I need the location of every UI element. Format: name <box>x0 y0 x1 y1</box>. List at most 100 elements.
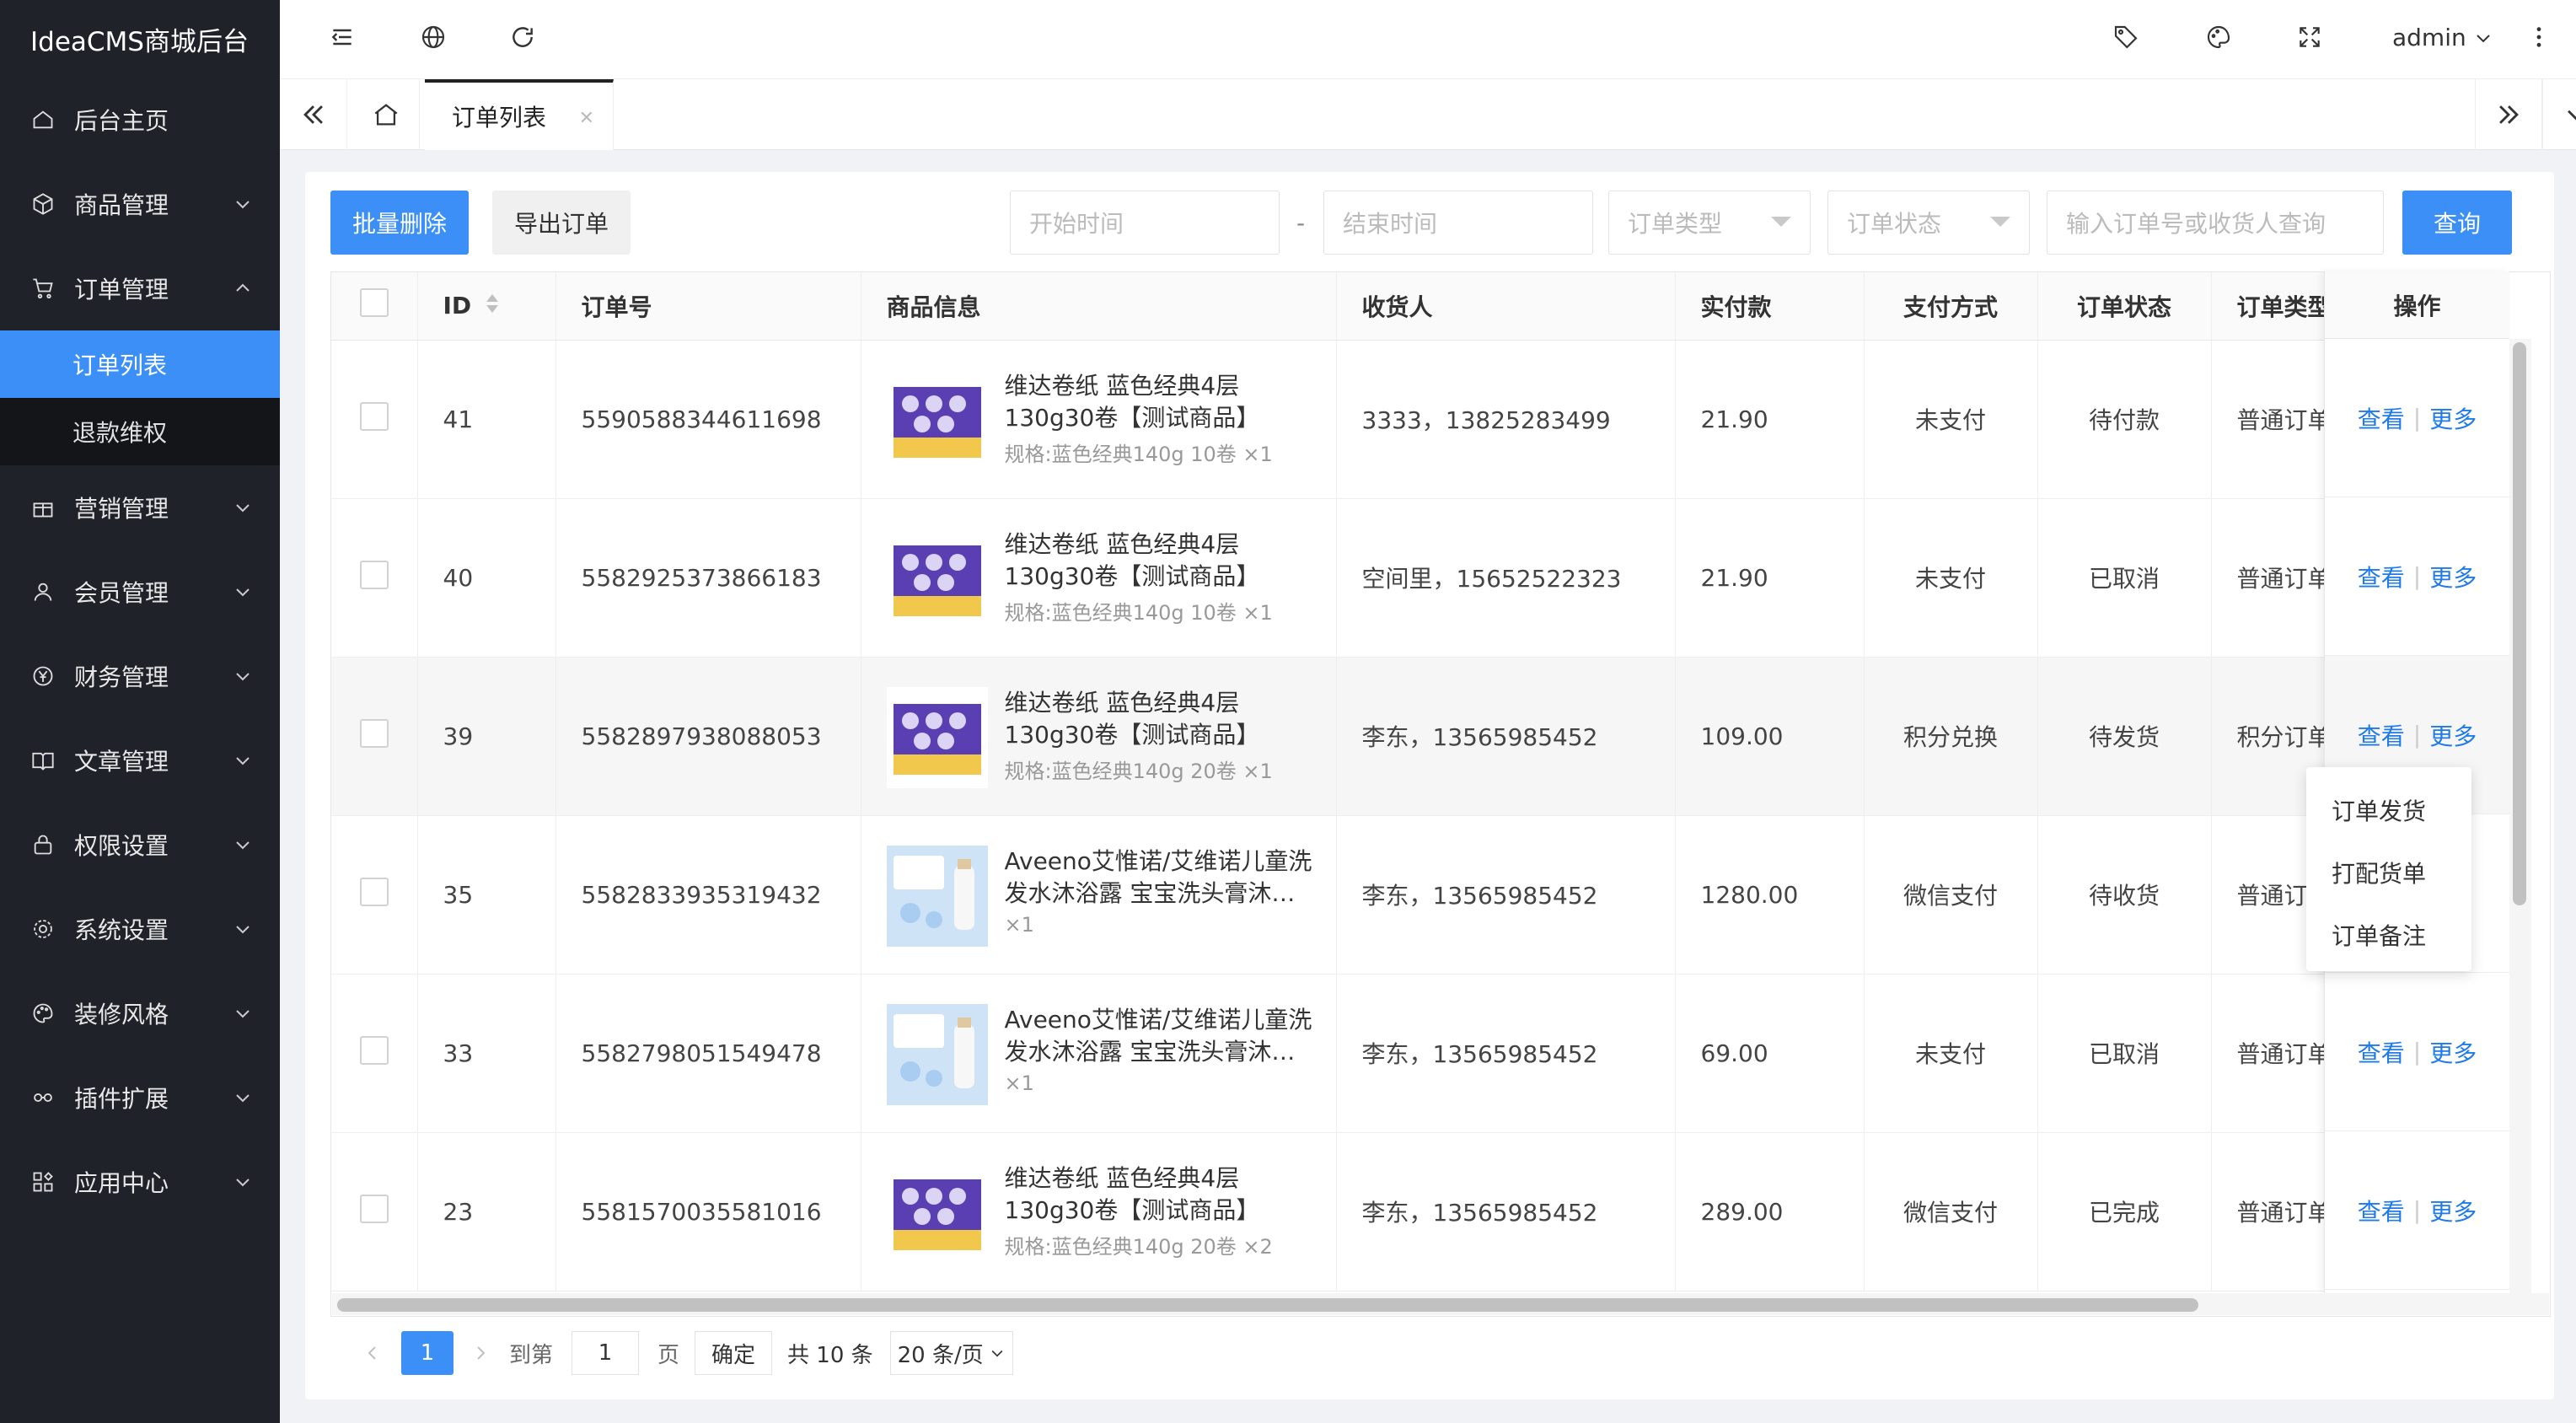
chevron-down-icon <box>236 201 250 209</box>
menu-item-ship-order[interactable]: 订单发货 <box>2306 779 2471 841</box>
apps-icon <box>30 1169 56 1195</box>
menu-fold-icon[interactable] <box>329 24 357 52</box>
chevron-down-icon <box>236 588 250 597</box>
cell-order-status: 待收货 <box>2037 815 2212 975</box>
action-separator: | <box>2412 1038 2422 1066</box>
sidebar-item-members[interactable]: 会员管理 <box>0 550 280 634</box>
chevron-up-icon <box>236 283 250 292</box>
chevron-down-icon <box>2477 34 2490 42</box>
sidebar-item-orders[interactable]: 订单管理 <box>0 246 280 330</box>
table-row: 23 5581570035581016 维达卷纸 蓝色经典4层130g30卷【测… <box>331 1132 2397 1291</box>
table-row: 41 5590588344611698 维达卷纸 蓝色经典4层130g30卷【测… <box>331 340 2397 499</box>
sidebar-subitem-refund[interactable]: 退款维权 <box>0 398 280 465</box>
sidebar: IdeaCMS商城后台 后台主页 商品管理 订单管理 订单列表 退款维权 营销管… <box>0 0 280 1423</box>
home-tab-button[interactable] <box>352 79 420 150</box>
view-link[interactable]: 查看 <box>2358 1194 2405 1227</box>
view-link[interactable]: 查看 <box>2358 560 2405 593</box>
refresh-icon[interactable] <box>509 24 538 52</box>
product-thumbnail-tissue <box>886 529 988 630</box>
fullscreen-icon[interactable] <box>2296 24 2325 52</box>
menu-item-order-remark[interactable]: 订单备注 <box>2306 904 2471 966</box>
chevron-down-icon <box>236 1010 250 1018</box>
row-checkbox[interactable] <box>359 1194 389 1223</box>
vertical-scrollbar-thumb[interactable] <box>2513 342 2526 905</box>
box-icon <box>30 191 56 217</box>
search-input[interactable]: 输入订单号或收货人查询 <box>2047 191 2384 255</box>
goods-name: 维达卷纸 蓝色经典4层130g30卷【测试商品】 <box>1004 372 1260 432</box>
page-size-select[interactable]: 20 条/页 <box>889 1331 1013 1375</box>
pagination: 1 到第 1 页 确定 共 10 条 20 条/页 <box>330 1317 2551 1389</box>
page-number-current[interactable]: 1 <box>401 1331 453 1375</box>
horizontal-scrollbar-thumb[interactable] <box>337 1298 2198 1312</box>
sidebar-item-articles[interactable]: 文章管理 <box>0 718 280 803</box>
batch-delete-button[interactable]: 批量删除 <box>330 191 469 255</box>
th-id[interactable]: ID <box>417 272 556 341</box>
sidebar-item-finance[interactable]: 财务管理 <box>0 634 280 718</box>
sidebar-item-theme[interactable]: 装修风格 <box>0 971 280 1055</box>
export-orders-button[interactable]: 导出订单 <box>492 191 631 255</box>
more-link[interactable]: 更多 <box>2429 560 2477 593</box>
book-icon <box>30 748 56 773</box>
goto-confirm-button[interactable]: 确定 <box>695 1331 773 1375</box>
more-link[interactable]: 更多 <box>2429 1194 2477 1227</box>
yen-icon <box>30 663 56 689</box>
product-thumbnail-tissue <box>886 1163 988 1264</box>
tab-order-list[interactable]: 订单列表 ✕ <box>425 79 614 150</box>
cell-amount: 21.90 <box>1675 498 1865 658</box>
tab-label: 订单列表 <box>452 104 547 132</box>
row-checkbox[interactable] <box>359 401 389 431</box>
sidebar-item-marketing[interactable]: 营销管理 <box>0 465 280 550</box>
view-link[interactable]: 查看 <box>2358 1035 2405 1069</box>
order-type-select[interactable]: 订单类型 <box>1608 191 1811 255</box>
th-order-status: 订单状态 <box>2037 272 2212 341</box>
user-menu[interactable]: admin <box>2392 24 2493 51</box>
row-checkbox[interactable] <box>359 560 389 589</box>
sidebar-subitem-order-list[interactable]: 订单列表 <box>0 330 280 398</box>
more-vertical-icon[interactable] <box>2525 24 2554 52</box>
row-checkbox[interactable] <box>359 877 389 906</box>
caret-down-icon <box>1990 217 2010 227</box>
view-link[interactable]: 查看 <box>2358 401 2405 435</box>
sidebar-item-home[interactable]: 后台主页 <box>0 78 280 162</box>
row-checkbox[interactable] <box>359 1035 389 1065</box>
end-time-input[interactable]: 结束时间 <box>1323 191 1593 255</box>
query-button[interactable]: 查询 <box>2402 191 2512 255</box>
sidebar-item-goods[interactable]: 商品管理 <box>0 162 280 246</box>
tab-scroll-right-button[interactable] <box>2475 79 2542 150</box>
sidebar-item-plugins[interactable]: 插件扩展 <box>0 1055 280 1140</box>
cell-id: 35 <box>417 815 556 975</box>
globe-icon[interactable] <box>420 24 448 52</box>
prev-page-button[interactable] <box>356 1336 389 1370</box>
tag-icon[interactable] <box>2112 24 2141 52</box>
table-row: 40 5582925373866183 维达卷纸 蓝色经典4层130g30卷【测… <box>331 498 2397 658</box>
tab-menu-button[interactable] <box>2542 79 2576 150</box>
cell-id: 39 <box>417 657 556 816</box>
sidebar-item-settings[interactable]: 系统设置 <box>0 887 280 971</box>
row-checkbox[interactable] <box>359 718 389 748</box>
more-link[interactable]: 更多 <box>2429 1035 2477 1069</box>
goods-spec: ×1 <box>1004 1071 1034 1095</box>
sidebar-item-label: 订单管理 <box>74 276 169 303</box>
close-icon[interactable]: ✕ <box>579 108 594 129</box>
palette-icon[interactable] <box>2205 24 2234 52</box>
product-thumbnail-tissue <box>886 687 988 788</box>
more-link[interactable]: 更多 <box>2429 401 2477 435</box>
order-status-select[interactable]: 订单状态 <box>1827 191 2030 255</box>
sidebar-item-apps[interactable]: 应用中心 <box>0 1140 280 1224</box>
sidebar-item-permissions[interactable]: 权限设置 <box>0 803 280 887</box>
tab-scroll-left-button[interactable] <box>280 79 347 150</box>
menu-item-print-picking[interactable]: 打配货单 <box>2306 841 2471 904</box>
tab-bar: 订单列表 ✕ <box>280 79 2576 150</box>
sidebar-item-label: 会员管理 <box>74 579 169 607</box>
goto-page-input[interactable]: 1 <box>572 1331 640 1375</box>
more-link[interactable]: 更多 <box>2429 718 2477 752</box>
chevron-down-icon <box>236 1179 250 1187</box>
app-logo: IdeaCMS商城后台 <box>30 26 249 57</box>
view-link[interactable]: 查看 <box>2358 718 2405 752</box>
start-time-input[interactable]: 开始时间 <box>1010 191 1280 255</box>
cell-order-status: 已完成 <box>2037 1132 2212 1291</box>
action-separator: | <box>2412 1196 2422 1224</box>
select-all-checkbox[interactable] <box>359 288 389 318</box>
sort-icon[interactable] <box>485 293 500 320</box>
next-page-button[interactable] <box>464 1336 497 1370</box>
